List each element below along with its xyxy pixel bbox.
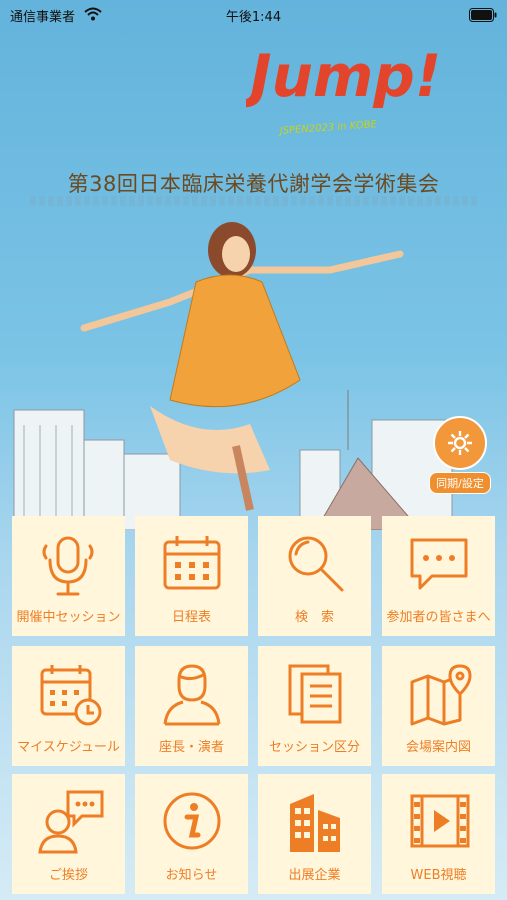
menu-tile-chairs-speakers[interactable]: 座長・演者 xyxy=(135,646,248,766)
menu-tile-greetings[interactable]: ご挨拶 xyxy=(12,774,125,894)
calendar-icon xyxy=(163,536,221,590)
menu-tile-exhibitors[interactable]: 出展企業 xyxy=(258,774,371,894)
logo-main: Jump! xyxy=(246,42,441,110)
jump-logo: Jump! JSPEN2023 in KOBE xyxy=(240,14,460,144)
menu-tile-label: 出展企業 xyxy=(288,868,341,883)
menu-tile-my-schedule[interactable]: マイスケジュール xyxy=(12,646,125,766)
video-icon xyxy=(410,794,470,848)
menu-tile-label: WEB視聴 xyxy=(410,868,467,883)
microphone-icon xyxy=(42,536,94,596)
documents-icon xyxy=(288,664,342,724)
sync-settings-label: 同期/設定 xyxy=(429,472,491,494)
menu-tile-label: 検 索 xyxy=(294,610,334,625)
info-icon xyxy=(163,792,221,850)
menu-tile-label: 日程表 xyxy=(171,610,211,625)
menu-tile-search[interactable]: 検 索 xyxy=(258,516,371,636)
sync-settings-button[interactable]: 同期/設定 xyxy=(429,416,491,494)
calendar-clock-icon xyxy=(40,665,102,726)
menu-tile-live-sessions[interactable]: 開催中セッション xyxy=(12,516,125,636)
menu-tile-for-participants[interactable]: 参加者の皆さまへ xyxy=(382,516,495,636)
subtitle-decoration xyxy=(30,196,477,206)
menu-tile-news[interactable]: お知らせ xyxy=(135,774,248,894)
logo-sub: JSPEN2023 in KOBE xyxy=(277,119,378,137)
menu-tile-label: 座長・演者 xyxy=(158,740,224,755)
menu-tile-label: ご挨拶 xyxy=(48,868,88,883)
building-icon xyxy=(290,794,340,852)
menu-tile-label: マイスケジュール xyxy=(17,740,120,755)
conference-title: 第38回日本臨床栄養代謝学会学術集会 xyxy=(67,172,440,196)
search-icon xyxy=(288,536,344,592)
menu-tile-label: お知らせ xyxy=(165,868,218,883)
menu-tile-schedule[interactable]: 日程表 xyxy=(135,516,248,636)
chat-bubble-icon xyxy=(410,538,468,590)
menu-tile-label: 会場案内図 xyxy=(405,740,471,755)
gear-icon xyxy=(433,416,487,470)
menu-tile-session-categories[interactable]: セッション区分 xyxy=(258,646,371,766)
person-speech-icon xyxy=(38,790,104,854)
menu-tile-venue-map[interactable]: 会場案内図 xyxy=(382,646,495,766)
map-pin-icon xyxy=(410,664,472,726)
battery-icon xyxy=(469,7,497,26)
menu-tile-label: 参加者の皆さまへ xyxy=(386,610,491,625)
menu-tile-web-viewing[interactable]: WEB視聴 xyxy=(382,774,495,894)
menu-tile-label: セッション区分 xyxy=(268,740,360,755)
menu-tile-label: 開催中セッション xyxy=(16,610,121,625)
person-icon xyxy=(163,664,221,726)
